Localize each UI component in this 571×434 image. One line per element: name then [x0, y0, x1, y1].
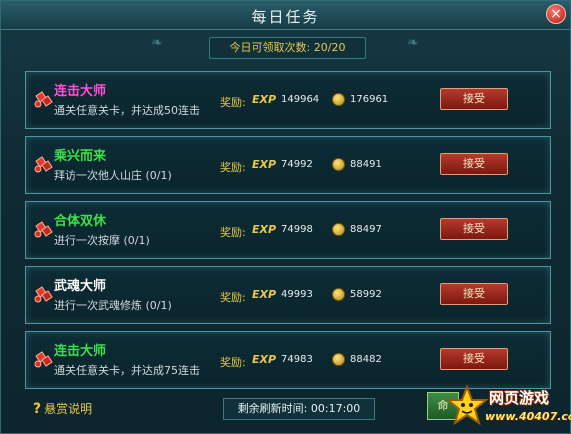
exp-value: 74992	[281, 159, 313, 170]
exp-value: 149964	[281, 94, 320, 105]
task-row: 连击大师 通关任意关卡，并达成50连击 奖励: EXP 149964 17696…	[25, 71, 551, 129]
task-description: 进行一次按摩 (0/1)	[54, 234, 150, 247]
exp-value: 74998	[281, 224, 313, 235]
left-ornament-icon: ❧	[151, 35, 163, 51]
reward-label: 奖励:	[220, 291, 246, 304]
red-gem-icon	[34, 91, 53, 108]
task-description: 进行一次武魂修炼 (0/1)	[54, 299, 172, 312]
task-row: 合体双休 进行一次按摩 (0/1) 奖励: EXP 74998 88497 接受	[25, 201, 551, 259]
red-gem-icon	[34, 156, 53, 173]
accept-button[interactable]: 接受	[440, 283, 508, 305]
site-watermark: 网页游戏 www.40407.com	[445, 383, 571, 433]
red-gem-icon	[34, 286, 53, 303]
accept-button[interactable]: 接受	[440, 348, 508, 370]
cartoon-logo-icon	[445, 385, 489, 426]
help-link-label: 悬赏说明	[44, 402, 93, 416]
exp-label: EXP	[252, 158, 277, 171]
accept-button[interactable]: 接受	[440, 88, 508, 110]
exp-label: EXP	[252, 223, 277, 236]
coin-value: 88491	[350, 159, 382, 170]
task-name: 连击大师	[54, 344, 107, 359]
task-name: 乘兴而来	[54, 149, 107, 164]
accept-button[interactable]: 接受	[440, 153, 508, 175]
close-button[interactable]: ×	[546, 4, 566, 24]
exp-value: 49993	[281, 289, 313, 300]
coin-value: 58992	[350, 289, 382, 300]
task-description: 通关任意关卡，并达成50连击	[54, 104, 200, 117]
coin-value: 88482	[350, 354, 382, 365]
task-name: 连击大师	[54, 84, 107, 99]
reward-label: 奖励:	[220, 356, 246, 369]
exp-label: EXP	[252, 288, 277, 301]
question-mark-icon: ?	[33, 401, 42, 417]
task-description: 通关任意关卡，并达成75连击	[54, 364, 200, 377]
task-row: 连击大师 通关任意关卡，并达成75连击 奖励: EXP 74983 88482 …	[25, 331, 551, 389]
refresh-timer: 剩余刷新时间: 00:17:00	[223, 398, 375, 420]
daily-task-window: 每日任务 × ❧ ❧ 今日可领取次数: 20/20 连击大师 通关任意关卡，并达…	[0, 0, 571, 434]
gold-coin-icon	[332, 158, 345, 171]
exp-label: EXP	[252, 353, 277, 366]
bounty-help-link[interactable]: ? 悬赏说明	[33, 400, 92, 417]
watermark-url: www.40407.com	[485, 410, 571, 423]
window-title: 每日任务	[251, 8, 320, 26]
exp-label: EXP	[252, 93, 277, 106]
accept-button[interactable]: 接受	[440, 218, 508, 240]
gold-coin-icon	[332, 93, 345, 106]
task-list: 连击大师 通关任意关卡，并达成50连击 奖励: EXP 149964 17696…	[25, 71, 551, 396]
gold-coin-icon	[332, 353, 345, 366]
right-ornament-icon: ❧	[407, 35, 419, 51]
gold-coin-icon	[332, 223, 345, 236]
gold-coin-icon	[332, 288, 345, 301]
reward-label: 奖励:	[220, 96, 246, 109]
title-bar: 每日任务 ×	[1, 1, 570, 30]
task-name: 合体双休	[54, 214, 107, 229]
watermark-text: 网页游戏	[489, 389, 550, 407]
exp-value: 74983	[281, 354, 313, 365]
red-gem-icon	[34, 351, 53, 368]
reward-label: 奖励:	[220, 226, 246, 239]
coin-value: 176961	[350, 94, 389, 105]
reward-label: 奖励:	[220, 161, 246, 174]
task-row: 乘兴而来 拜访一次他人山庄 (0/1) 奖励: EXP 74992 88491 …	[25, 136, 551, 194]
red-gem-icon	[34, 221, 53, 238]
coin-value: 88497	[350, 224, 382, 235]
task-row: 武魂大师 进行一次武魂修炼 (0/1) 奖励: EXP 49993 58992 …	[25, 266, 551, 324]
task-name: 武魂大师	[54, 279, 107, 294]
task-description: 拜访一次他人山庄 (0/1)	[54, 169, 172, 182]
daily-quota-label: 今日可领取次数: 20/20	[209, 37, 366, 59]
